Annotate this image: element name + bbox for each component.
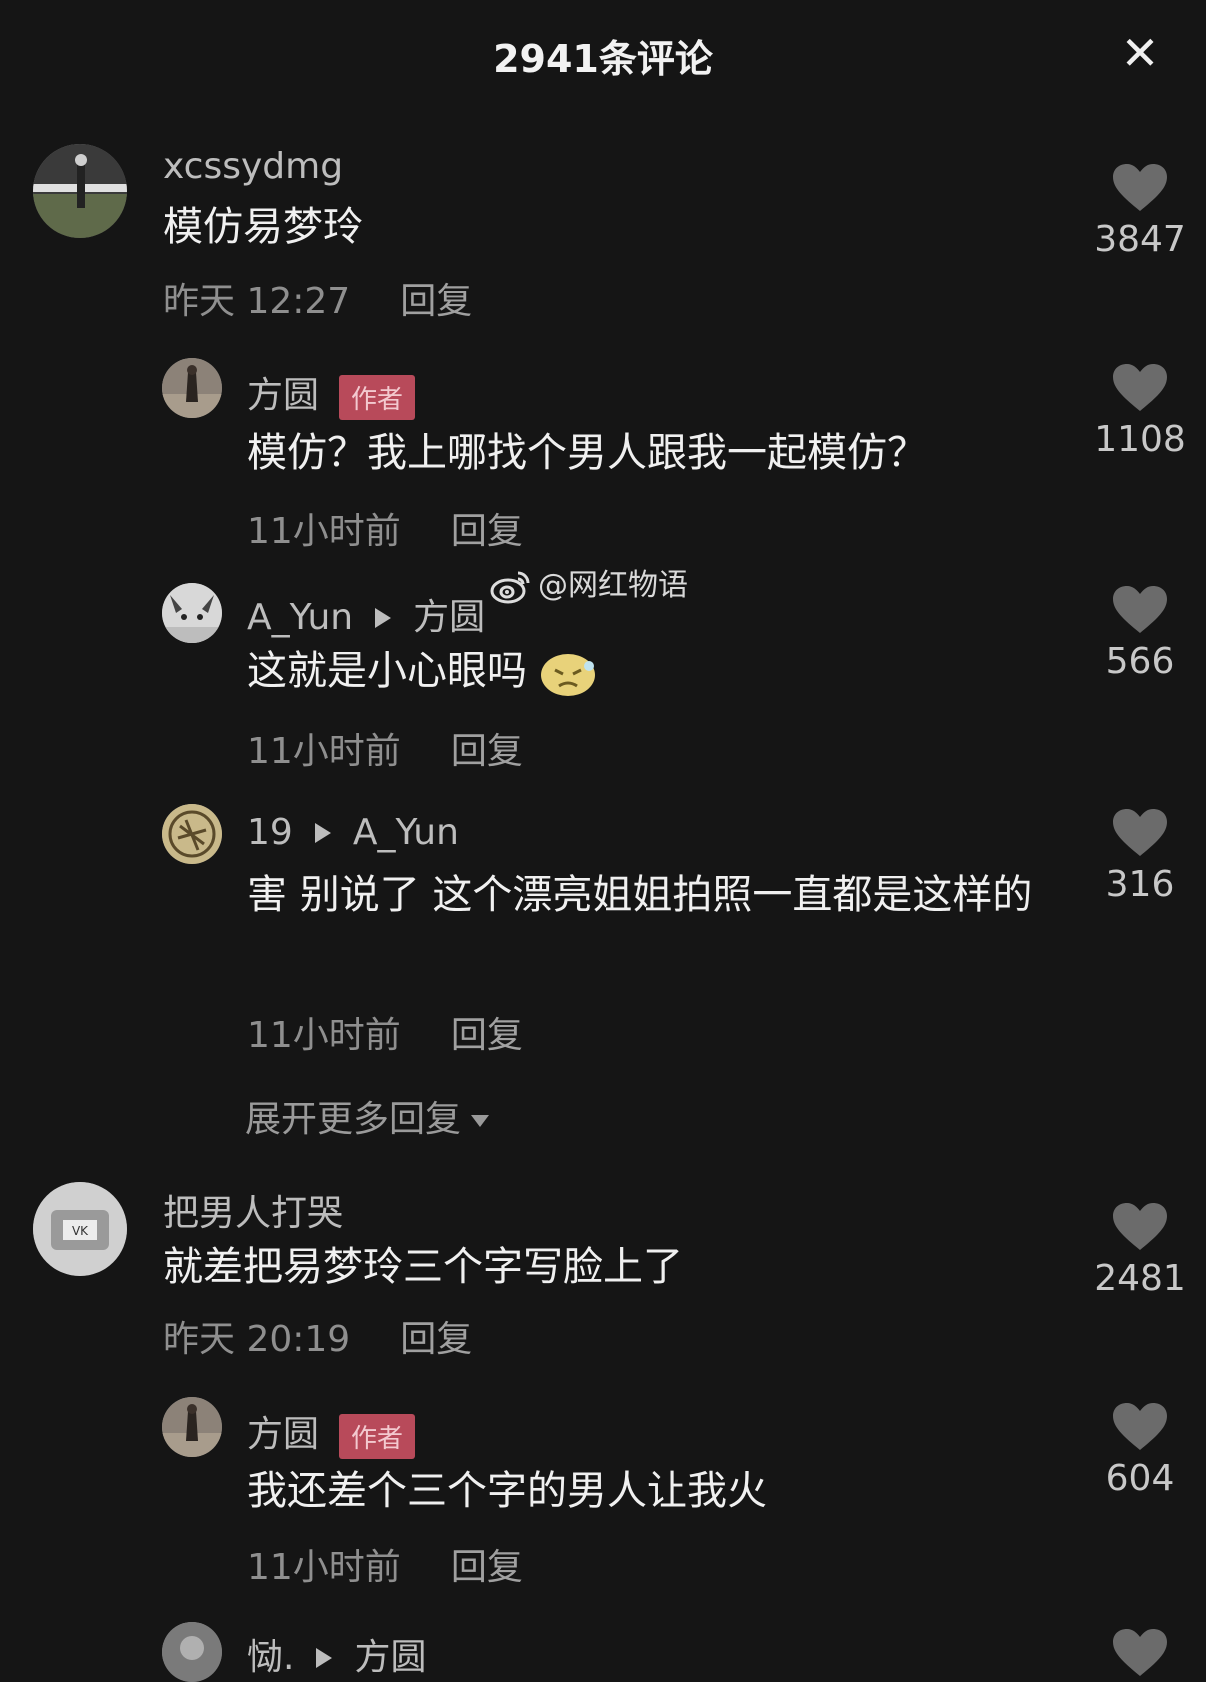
avatar[interactable]: [162, 804, 222, 864]
timestamp: 昨天 12:27: [163, 281, 351, 322]
reply-arrow-icon: [314, 823, 331, 843]
reply-arrow-icon: [316, 1648, 333, 1668]
username-row: 19 A_Yun: [247, 812, 459, 853]
reply-button[interactable]: 回复: [400, 1319, 472, 1360]
heart-icon: [1113, 586, 1167, 633]
username-row: 方圆 作者: [247, 366, 416, 420]
timestamp: 11小时前: [247, 1547, 401, 1588]
reply-button[interactable]: 回复: [451, 731, 523, 772]
heart-icon: [1113, 164, 1167, 211]
heart-icon: [1113, 809, 1167, 856]
like-button[interactable]: 3847: [1090, 163, 1190, 260]
avatar[interactable]: [162, 583, 222, 643]
comment-text: 害 别说了 这个漂亮姐姐拍照一直都是这样的: [247, 872, 1033, 918]
like-button[interactable]: 566: [1090, 585, 1190, 682]
reply-target[interactable]: 方圆: [413, 597, 485, 638]
like-count: 566: [1105, 641, 1175, 682]
comment-text: 模仿易梦玲: [163, 204, 363, 250]
reply-button[interactable]: 回复: [400, 281, 472, 322]
avatar-image: [162, 583, 222, 643]
username[interactable]: 方圆: [247, 1414, 319, 1455]
avatar-image: [33, 144, 127, 238]
comment-meta: 11小时前 回复: [247, 1006, 523, 1058]
reply-target[interactable]: 方圆: [354, 1637, 426, 1678]
like-button[interactable]: 316: [1090, 808, 1190, 905]
avatar[interactable]: [162, 1622, 222, 1682]
reply-arrow-icon: [375, 608, 392, 628]
avatar-image: VK: [33, 1182, 127, 1276]
comment-count-title: 2941条评论: [493, 37, 713, 81]
comment-meta: 11小时前 回复: [247, 502, 523, 554]
heart-icon: [1113, 1203, 1167, 1250]
comment-meta: 昨天 12:27 回复: [163, 272, 472, 324]
username-row: 恸. 方圆: [247, 1628, 426, 1680]
reply-target[interactable]: A_Yun: [353, 812, 459, 853]
comment-meta: 11小时前 回复: [247, 1538, 523, 1590]
close-icon[interactable]: ✕: [1115, 28, 1165, 78]
username[interactable]: 把男人打哭: [163, 1184, 343, 1236]
comment-text: 这就是小心眼吗: [247, 648, 527, 694]
like-count: 316: [1105, 864, 1175, 905]
username-row: A_Yun 方圆: [247, 588, 485, 640]
author-badge: 作者: [339, 374, 416, 420]
chevron-down-icon: [471, 1115, 490, 1127]
comments-header: 2941条评论 ✕: [0, 0, 1206, 100]
like-button[interactable]: [1090, 1628, 1190, 1678]
timestamp: 11小时前: [247, 731, 401, 772]
like-count: 2481: [1094, 1258, 1186, 1299]
reply-button[interactable]: 回复: [451, 1547, 523, 1588]
comment-text-row: 这就是小心眼吗: [247, 642, 1077, 700]
sad-face-emoji-icon: [541, 654, 595, 696]
timestamp: 11小时前: [247, 511, 401, 552]
heart-icon: [1113, 1403, 1167, 1450]
avatar-image: [162, 358, 222, 418]
username[interactable]: 恸.: [247, 1637, 294, 1678]
author-badge: 作者: [339, 1413, 416, 1459]
svg-text:VK: VK: [72, 1224, 89, 1238]
comment-text: 就差把易梦玲三个字写脸上了: [163, 1244, 683, 1290]
username-row: 方圆 作者: [247, 1405, 416, 1459]
heart-icon: [1113, 364, 1167, 411]
watermark: @网红物语: [490, 560, 688, 605]
reply-button[interactable]: 回复: [451, 1015, 523, 1056]
username[interactable]: xcssydmg: [163, 146, 343, 187]
watermark-text: @网红物语: [538, 568, 688, 603]
expand-replies-label: 展开更多回复: [245, 1099, 462, 1140]
timestamp: 昨天 20:19: [163, 1319, 351, 1360]
avatar-image: [162, 1622, 222, 1682]
timestamp: 11小时前: [247, 1015, 401, 1056]
username[interactable]: A_Yun: [247, 597, 353, 638]
avatar[interactable]: VK: [33, 1182, 127, 1276]
like-count: 1108: [1094, 419, 1186, 460]
comment-meta: 11小时前 回复: [247, 722, 523, 774]
avatar[interactable]: [162, 1397, 222, 1457]
like-button[interactable]: 2481: [1090, 1202, 1190, 1299]
weibo-icon: [490, 571, 530, 603]
avatar-image: [162, 1397, 222, 1457]
comment-text: 模仿？我上哪找个男人跟我一起模仿？: [247, 430, 927, 476]
like-count: 3847: [1094, 219, 1186, 260]
comment-meta: 昨天 20:19 回复: [163, 1310, 472, 1362]
avatar-image: [162, 804, 222, 864]
comment-text: 我还差个三个字的男人让我火: [247, 1468, 767, 1514]
username[interactable]: 方圆: [247, 375, 319, 416]
avatar[interactable]: [162, 358, 222, 418]
expand-replies-button[interactable]: 展开更多回复: [245, 1090, 490, 1142]
like-count: 604: [1105, 1458, 1175, 1499]
like-button[interactable]: 1108: [1090, 363, 1190, 460]
reply-button[interactable]: 回复: [451, 511, 523, 552]
heart-icon: [1113, 1629, 1167, 1676]
avatar[interactable]: [33, 144, 127, 238]
like-button[interactable]: 604: [1090, 1402, 1190, 1499]
username[interactable]: 19: [247, 812, 293, 853]
